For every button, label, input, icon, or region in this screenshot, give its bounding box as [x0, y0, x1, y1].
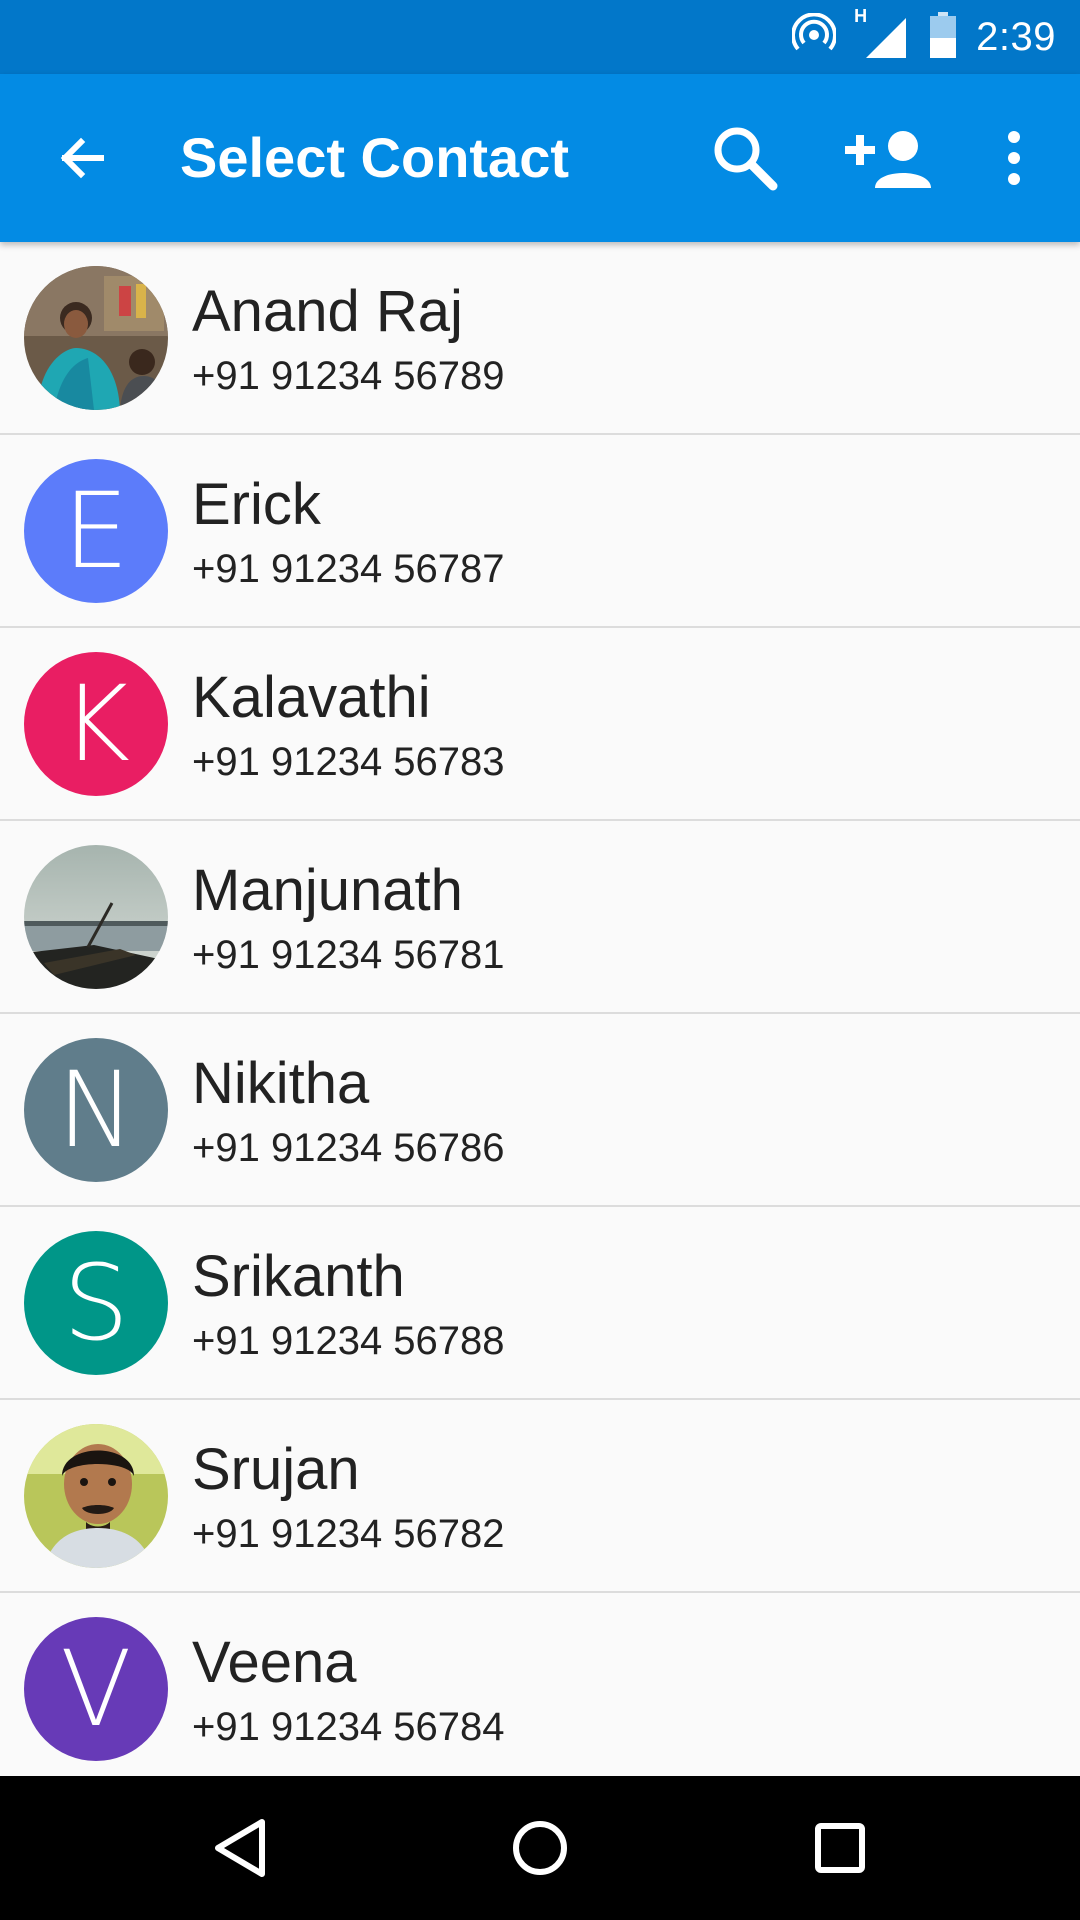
contact-phone: +91 91234 56786 [192, 1126, 505, 1170]
search-button[interactable] [700, 118, 790, 198]
status-icons: H 2:39 [791, 0, 1056, 74]
signal-icon: H [854, 6, 910, 62]
contact-row[interactable]: Srujan +91 91234 56782 [0, 1400, 1080, 1593]
contact-phone: +91 91234 56788 [192, 1319, 505, 1363]
avatar-letter: K [61, 663, 131, 785]
clock: 2:39 [976, 14, 1056, 59]
status-bar: H 2:39 [0, 0, 1080, 74]
page-title: Select Contact [180, 126, 569, 189]
battery-icon [928, 11, 958, 63]
contact-photo-avatar [24, 1424, 168, 1568]
add-person-icon [845, 131, 931, 188]
contact-name: Veena [192, 1630, 357, 1695]
contact-name: Erick [192, 472, 321, 537]
back-button[interactable] [42, 118, 122, 198]
contact-phone: +91 91234 56782 [192, 1512, 505, 1556]
contact-name: Nikitha [192, 1051, 370, 1116]
navigation-bar [0, 1776, 1080, 1920]
nav-recents-button[interactable] [790, 1798, 890, 1898]
app-bar: Select Contact [0, 74, 1080, 242]
contact-name: Anand Raj [192, 279, 463, 344]
contact-row[interactable]: K Kalavathi +91 91234 56783 [0, 628, 1080, 821]
contact-phone: +91 91234 56781 [192, 933, 505, 977]
contact-letter-avatar: S [24, 1231, 168, 1375]
contact-name: Manjunath [192, 858, 463, 923]
contact-letter-avatar: V [24, 1617, 168, 1761]
avatar-letter: E [63, 470, 129, 592]
contact-row[interactable]: N Nikitha +91 91234 56786 [0, 1014, 1080, 1207]
more-vert-icon [1008, 131, 1020, 185]
avatar-letter: S [62, 1242, 129, 1364]
contact-photo-avatar [24, 266, 168, 410]
back-triangle-icon [215, 1819, 265, 1877]
contact-row[interactable]: Manjunath +91 91234 56781 [0, 821, 1080, 1014]
nav-home-button[interactable] [490, 1798, 590, 1898]
add-contact-button[interactable] [838, 118, 940, 198]
contact-row[interactable]: V Veena +91 91234 56784 [0, 1593, 1080, 1776]
contact-phone: +91 91234 56783 [192, 740, 505, 784]
back-arrow-icon [60, 137, 104, 179]
contact-letter-avatar: E [24, 459, 168, 603]
contact-photo-avatar [24, 845, 168, 989]
contact-row[interactable]: E Erick +91 91234 56787 [0, 435, 1080, 628]
contact-name: Srikanth [192, 1244, 405, 1309]
contact-list: Anand Raj +91 91234 56789 E Erick +91 91… [0, 242, 1080, 1776]
contact-letter-avatar: N [24, 1038, 168, 1182]
contact-phone: +91 91234 56784 [192, 1705, 505, 1749]
contact-phone: +91 91234 56789 [192, 354, 505, 398]
contact-name: Kalavathi [192, 665, 431, 730]
contact-letter-avatar: K [24, 652, 168, 796]
contact-row[interactable]: Anand Raj +91 91234 56789 [0, 242, 1080, 435]
contact-name: Srujan [192, 1437, 360, 1502]
contact-row[interactable]: S Srikanth +91 91234 56788 [0, 1207, 1080, 1400]
home-circle-icon [513, 1821, 567, 1875]
hotspot-icon [791, 11, 838, 62]
avatar-letter: V [60, 1628, 132, 1750]
avatar-letter: N [57, 1049, 135, 1171]
search-icon [714, 127, 778, 191]
nav-back-button[interactable] [190, 1798, 290, 1898]
contact-phone: +91 91234 56787 [192, 547, 505, 591]
recents-square-icon [815, 1823, 865, 1873]
more-options-button[interactable] [984, 118, 1044, 198]
